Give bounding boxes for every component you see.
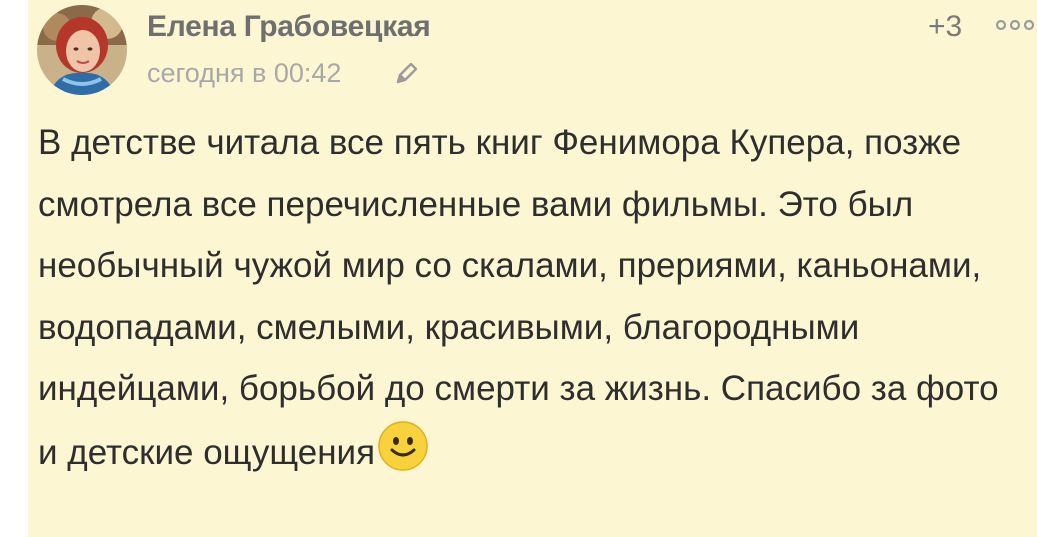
comment-text: В детстве читала все пять книг Фенимора … bbox=[38, 123, 999, 472]
author-name[interactable]: Елена Грабовецкая bbox=[147, 10, 431, 44]
comment-timestamp: сегодня в 00:42 bbox=[147, 58, 342, 88]
smiley-emoji-icon bbox=[378, 420, 428, 471]
comment-score: +3 bbox=[928, 10, 963, 43]
comment-body: В детстве читала все пять книг Фенимора … bbox=[38, 112, 1018, 483]
author-avatar[interactable] bbox=[37, 5, 127, 95]
more-dots-icon[interactable] bbox=[995, 18, 1035, 32]
pencil-icon[interactable] bbox=[392, 60, 420, 88]
